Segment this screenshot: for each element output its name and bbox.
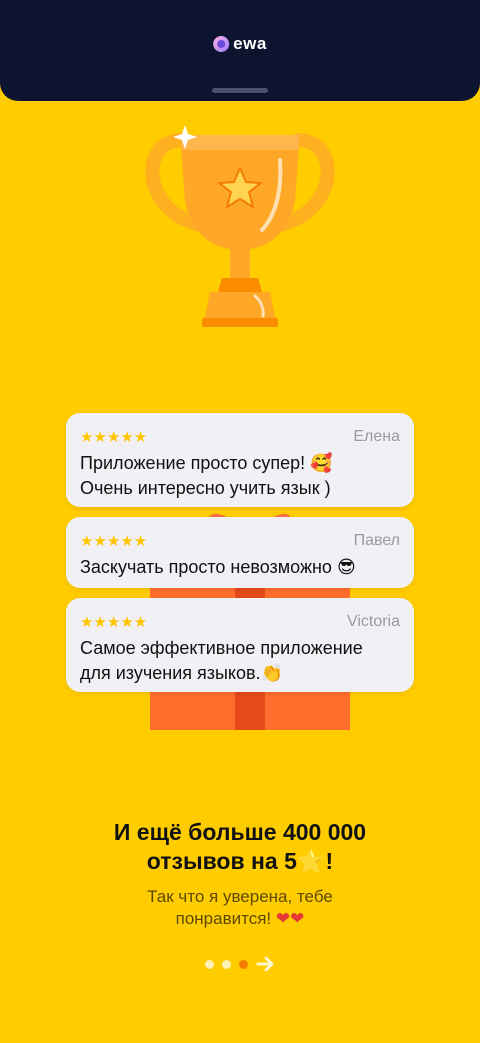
review-card: ★★★★★ Елена Приложение просто супер! 🥰 О… — [66, 413, 414, 507]
sunglasses-face-icon: 😎 — [336, 557, 356, 578]
reviewer-name: Елена — [353, 428, 400, 445]
hearts-icon: ❤❤ — [275, 909, 305, 929]
reviewer-name: Victoria — [346, 613, 400, 630]
clapping-hands-icon: 👏 — [260, 663, 284, 684]
review-card: ★★★★★ Павел Заскучать просто невозможно … — [66, 517, 414, 588]
page-indicator — [205, 954, 276, 974]
review-text: Самое эффективное приложение для изучени… — [80, 638, 363, 684]
rating-stars: ★★★★★ — [80, 428, 148, 446]
reviewer-name: Павел — [353, 532, 400, 549]
trophy-illustration — [145, 125, 335, 327]
arrow-right-icon[interactable] — [256, 954, 276, 974]
top-bar: ewa — [0, 0, 480, 101]
smiling-face-hearts-icon: 🥰 — [310, 453, 333, 474]
rating-stars: ★★★★★ — [80, 532, 148, 550]
app-logo: ewa — [213, 34, 267, 54]
review-text: Приложение просто супер! 🥰 Очень интерес… — [80, 453, 333, 498]
star-icon: ⭐ — [296, 849, 326, 875]
logo-text: ewa — [233, 34, 267, 53]
review-card: ★★★★★ Victoria Самое эффективное приложе… — [66, 598, 414, 692]
subtitle: Так что я уверена, тебе понравится! ❤❤ — [147, 887, 333, 929]
page-dot-active — [239, 959, 248, 969]
page-dot — [222, 959, 231, 969]
page-dot — [205, 959, 214, 969]
drag-handle[interactable] — [212, 88, 268, 93]
rating-stars: ★★★★★ — [80, 613, 148, 631]
review-text: Заскучать просто невозможно 😎 — [80, 557, 356, 578]
logo-icon — [213, 36, 230, 52]
headline: И ещё больше 400 000 отзывов на 5⭐! — [113, 819, 367, 875]
